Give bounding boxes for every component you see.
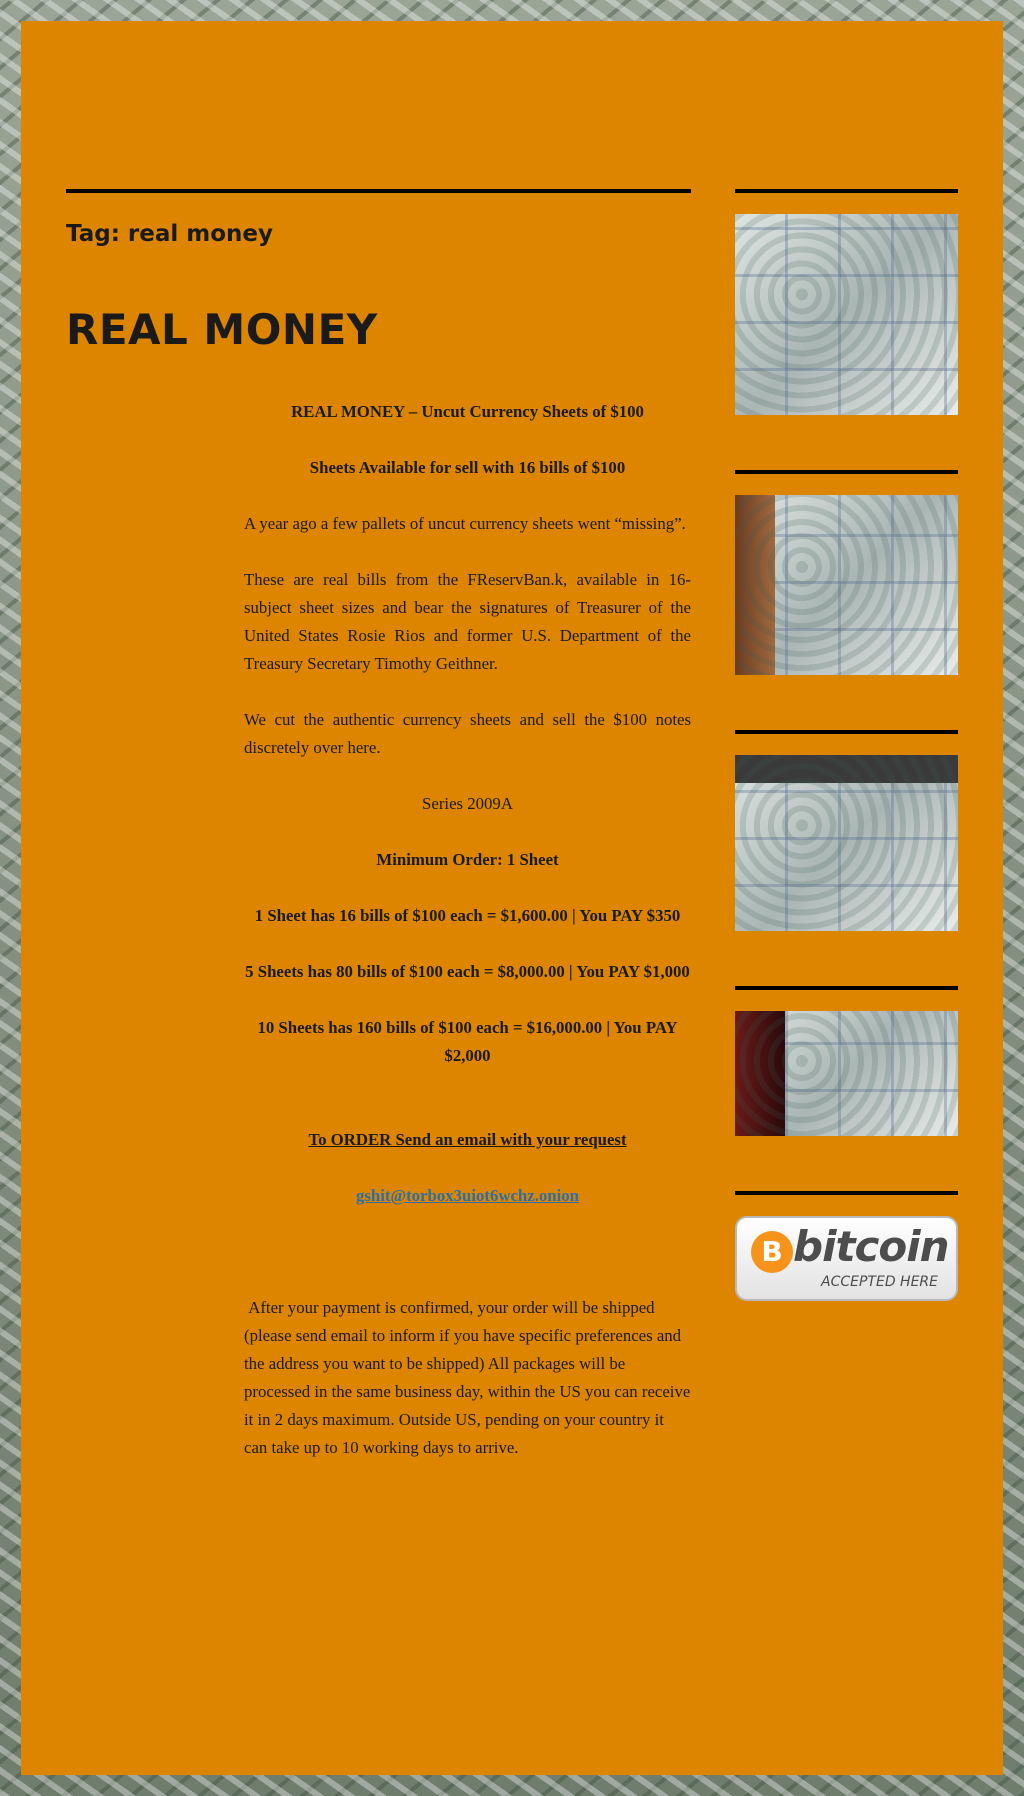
shipping-text: After your payment is confirmed, your or… xyxy=(244,1298,691,1457)
sidebar-widget-image-1 xyxy=(735,189,958,415)
sidebar: B bitcoin ACCEPTED HERE xyxy=(735,189,958,1356)
main-content: Tag: real money REAL MONEY REAL MONEY – … xyxy=(66,189,691,1490)
intro-paragraph: A year ago a few pallets of uncut curren… xyxy=(244,514,686,533)
order-cta-text: To ORDER Send an email with your request xyxy=(308,1130,627,1149)
minimum-order-text: Minimum Order: 1 Sheet xyxy=(376,850,559,869)
sidebar-widget-bitcoin: B bitcoin ACCEPTED HERE xyxy=(735,1191,958,1301)
page-container: Tag: real money REAL MONEY REAL MONEY – … xyxy=(21,21,1003,1775)
archive-title: Tag: real money xyxy=(66,221,273,247)
sales-paragraph: We cut the authentic currency sheets and… xyxy=(244,710,691,757)
archive-header: Tag: real money xyxy=(66,189,691,247)
sidebar-widget-image-2 xyxy=(735,470,958,675)
price-tier-3: 10 Sheets has 160 bills of $100 each = $… xyxy=(257,1018,678,1065)
shipping-paragraph: After your payment is confirmed, your or… xyxy=(244,1294,691,1462)
bitcoin-accepted-badge: B bitcoin ACCEPTED HERE xyxy=(735,1216,958,1301)
details-paragraph: These are real bills from the FReservBan… xyxy=(244,570,691,673)
availability-text: Sheets Available for sell with 16 bills … xyxy=(309,458,626,477)
order-email-link[interactable]: gshit@torbox3uiot6wchz.onion xyxy=(356,1186,579,1205)
email-line: gshit@torbox3uiot6wchz.onion xyxy=(244,1182,691,1210)
bitcoin-wordmark: bitcoin xyxy=(793,1222,950,1271)
price-tier-1: 1 Sheet has 16 bills of $100 each = $1,6… xyxy=(254,906,681,925)
large-uncut-sheet-photo xyxy=(735,755,958,931)
bitcoin-logo-icon: B xyxy=(751,1231,793,1273)
post-article: REAL MONEY REAL MONEY – Uncut Currency S… xyxy=(66,305,691,1462)
sidebar-widget-image-4 xyxy=(735,986,958,1136)
bills-in-hands-photo xyxy=(735,495,958,675)
order-cta-line: To ORDER Send an email with your request xyxy=(244,1126,691,1154)
series-text: Series 2009A xyxy=(422,794,513,813)
post-title[interactable]: REAL MONEY xyxy=(66,305,691,354)
stacked-sheets-photo xyxy=(735,1011,958,1136)
post-content: REAL MONEY – Uncut Currency Sheets of $1… xyxy=(244,398,691,1462)
post-headline: REAL MONEY – Uncut Currency Sheets of $1… xyxy=(291,402,644,421)
uncut-sheets-photo xyxy=(735,214,958,415)
bitcoin-accepted-text: ACCEPTED HERE xyxy=(821,1274,938,1290)
sidebar-widget-image-3 xyxy=(735,730,958,931)
price-tier-2: 5 Sheets has 80 bills of $100 each = $8,… xyxy=(245,962,690,981)
